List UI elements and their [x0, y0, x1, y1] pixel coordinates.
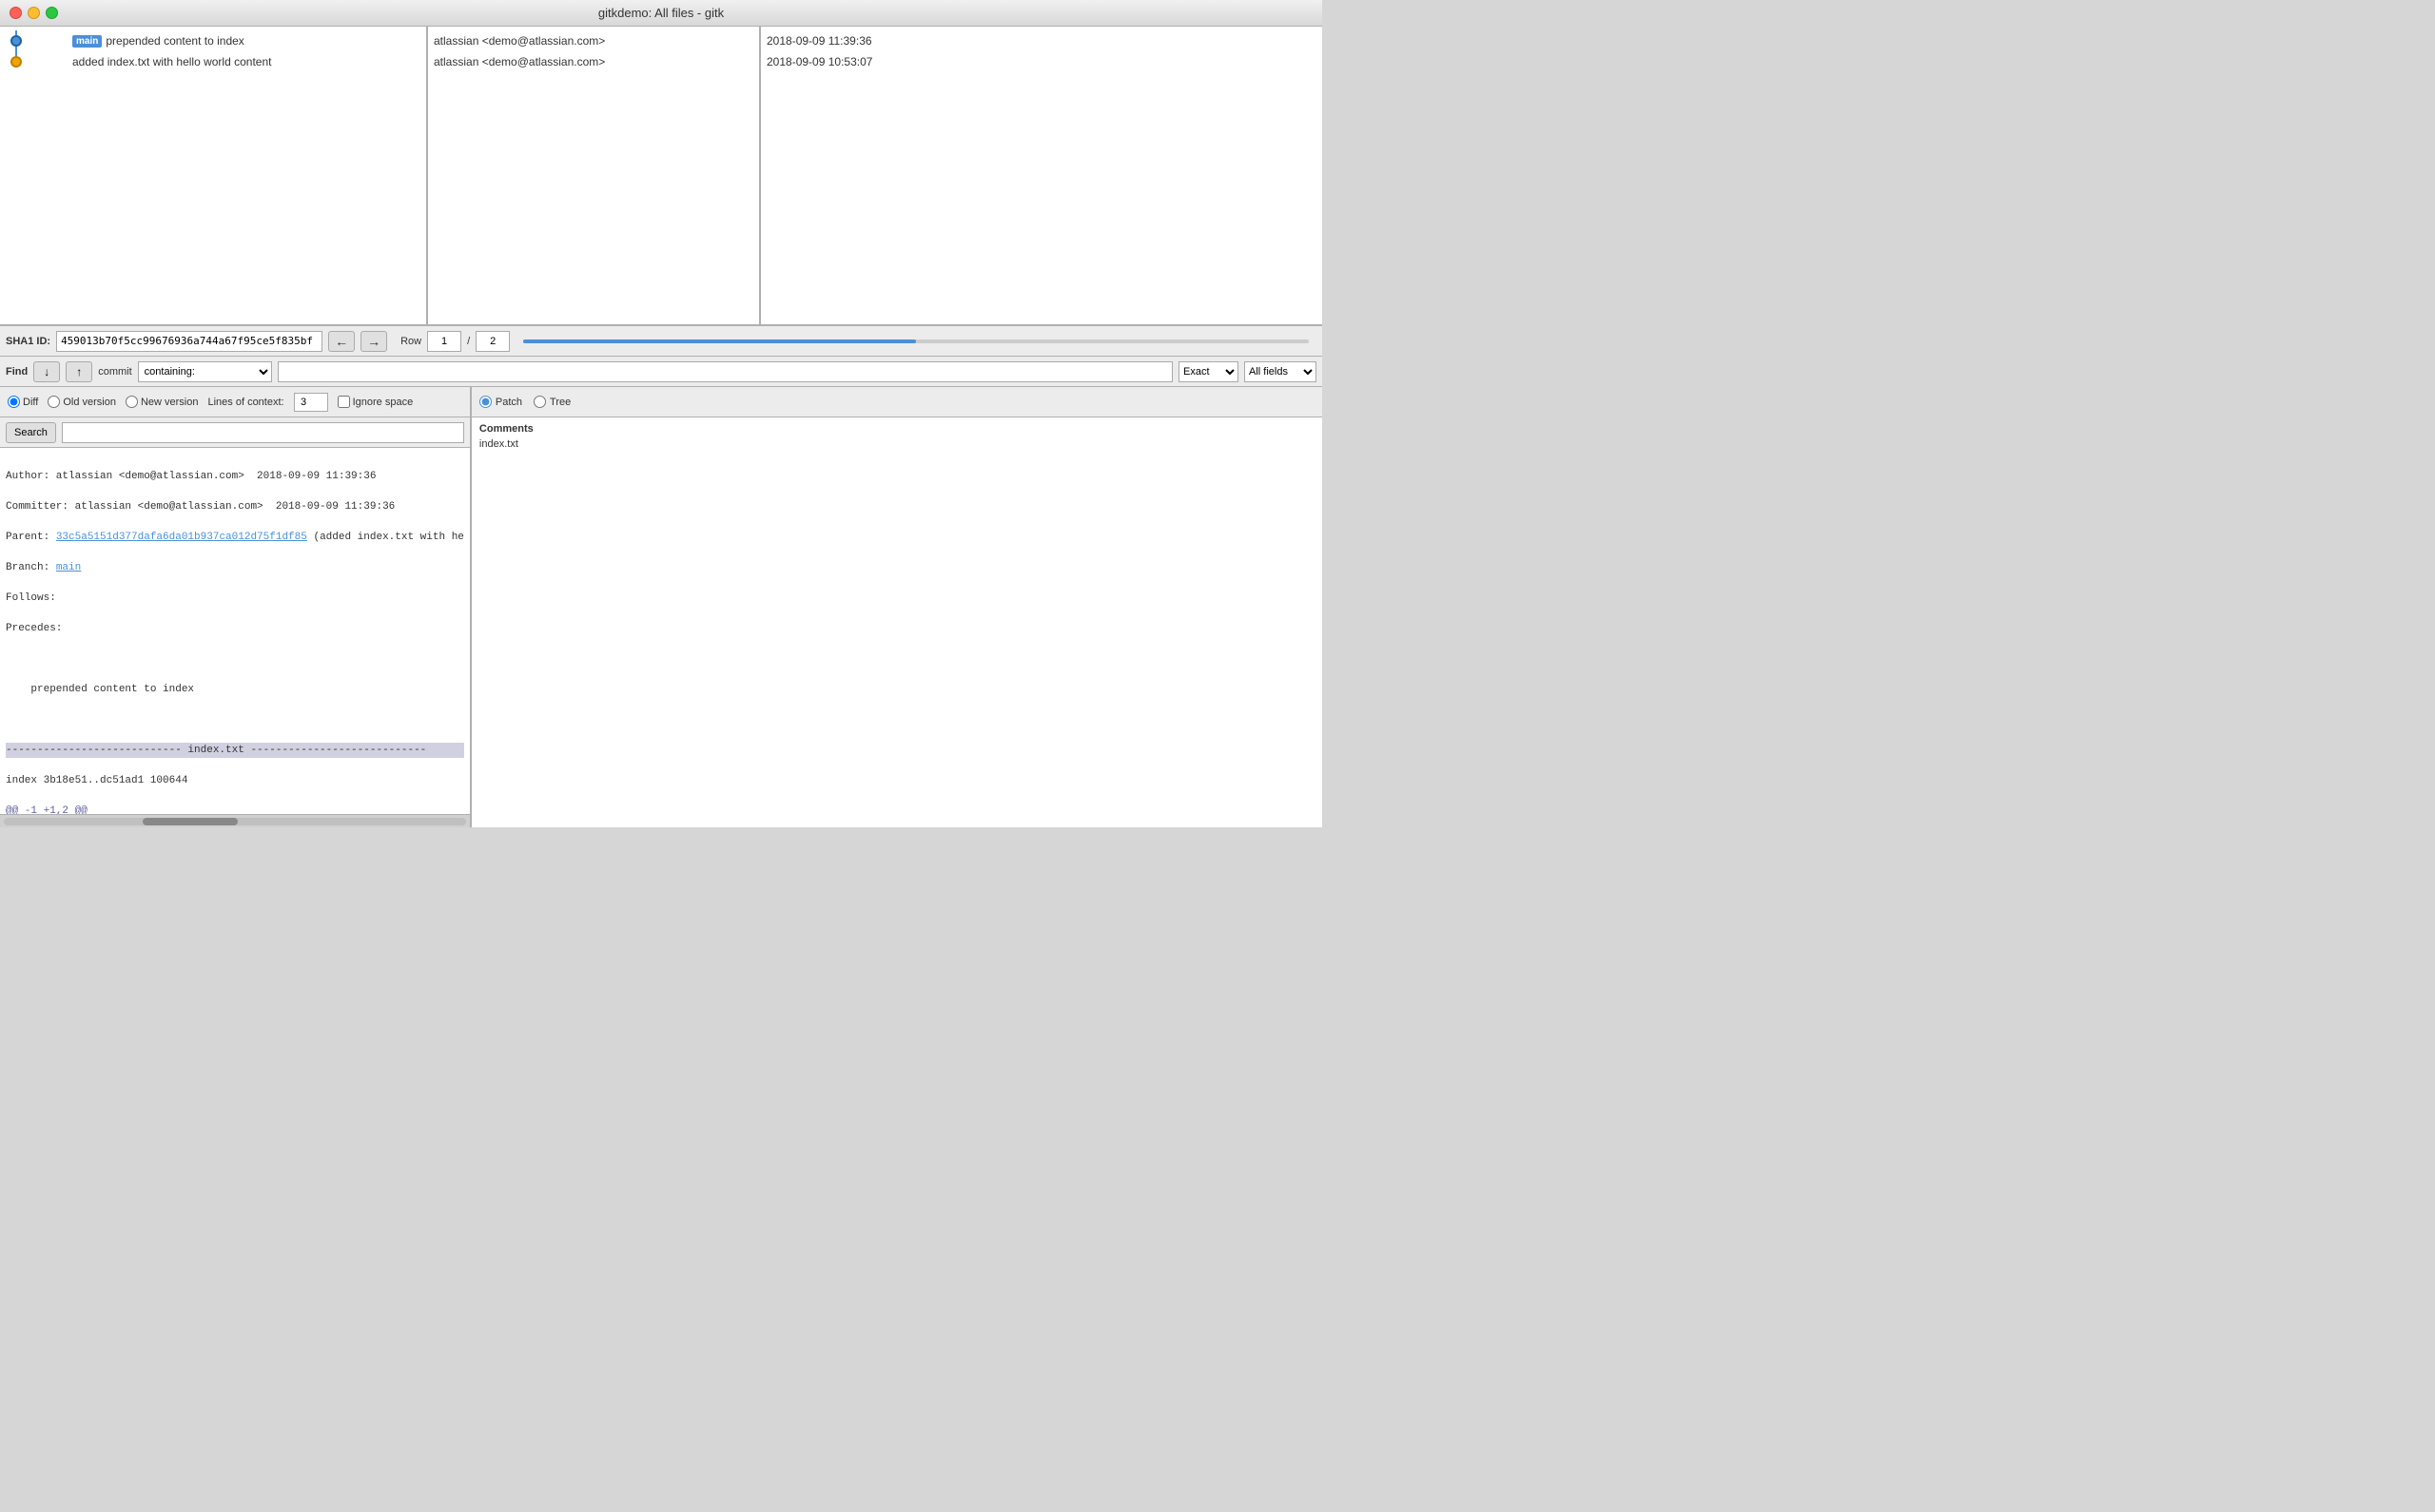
bottom-section: Diff Old version New version Lines of co… [0, 387, 1322, 827]
parent-sha-link[interactable]: 33c5a5151d377dafa6da01b937ca012d75f1df85 [56, 532, 307, 543]
close-button[interactable] [10, 7, 22, 19]
graph-col [6, 51, 72, 72]
search-button[interactable]: Search [6, 422, 56, 443]
find-row: Find ↓ ↑ commit containing: touching pat… [0, 357, 1322, 387]
forward-button[interactable]: → [360, 331, 387, 352]
right-pane: Patch Tree Comments index.txt [472, 387, 1322, 827]
diff-index: index 3b18e51..dc51ad1 100644 [6, 773, 464, 788]
row-total: 2 [476, 331, 510, 352]
row-slash: / [467, 336, 470, 347]
fields-select[interactable]: All fields Headline Comments Author Comm… [1244, 361, 1316, 382]
find-down-button[interactable]: ↓ [33, 361, 60, 382]
table-row[interactable]: main prepended content to index [0, 30, 426, 51]
date-pane: 2018-09-09 11:39:36 2018-09-09 10:53:07 [761, 27, 1322, 324]
main-container: main prepended content to index added in… [0, 27, 1322, 827]
diff-branch-line: Branch: main [6, 560, 464, 575]
old-version-label: Old version [63, 397, 116, 408]
old-version-radio-label[interactable]: Old version [48, 396, 116, 408]
window-title: gitkdemo: All files - gitk [598, 6, 724, 20]
diff-radio-label[interactable]: Diff [8, 396, 38, 408]
branch-tag: main [72, 35, 102, 48]
commit-list-pane: main prepended content to index added in… [0, 27, 428, 324]
maximize-button[interactable] [46, 7, 58, 19]
patch-tab-label[interactable]: Patch [479, 396, 522, 408]
containing-select[interactable]: containing: touching paths: adding/remov… [138, 361, 272, 382]
find-label: Find [6, 366, 28, 378]
search-input[interactable] [62, 422, 464, 443]
old-version-radio[interactable] [48, 396, 60, 408]
scrollbar-thumb[interactable] [143, 818, 238, 825]
new-version-radio[interactable] [126, 396, 138, 408]
diff-hunk: @@ -1 +1,2 @@ [6, 804, 464, 814]
author-pane: atlassian <demo@atlassian.com> atlassian… [428, 27, 761, 324]
row-slider[interactable] [523, 339, 1309, 343]
tree-radio[interactable] [534, 396, 546, 408]
ignore-space-label[interactable]: Ignore space [338, 396, 414, 408]
patch-radio[interactable] [479, 396, 492, 408]
new-version-radio-label[interactable]: New version [126, 396, 199, 408]
diff-separator: ---------------------------- index.txt -… [6, 743, 464, 758]
tree-tab-label[interactable]: Tree [534, 396, 571, 408]
branch-link[interactable]: main [56, 562, 81, 573]
diff-author-line: Author: atlassian <demo@atlassian.com> 2… [6, 469, 464, 484]
commit-type-label: commit [98, 366, 131, 378]
lines-label: Lines of context: [207, 397, 283, 408]
date-entry: 2018-09-09 11:39:36 [767, 30, 1316, 51]
diff-parent-line: Parent: 33c5a5151d377dafa6da01b937ca012d… [6, 530, 464, 545]
patch-tree-tabs: Patch Tree [472, 387, 1322, 417]
sha-label: SHA1 ID: [6, 336, 50, 347]
table-row[interactable]: added index.txt with hello world content [0, 51, 426, 72]
window-controls[interactable] [10, 7, 58, 19]
bottom-scrollbar[interactable] [0, 814, 470, 827]
diff-pane: Diff Old version New version Lines of co… [0, 387, 472, 827]
author-entry: atlassian <demo@atlassian.com> [434, 30, 753, 51]
lines-input[interactable] [294, 393, 328, 412]
date-entry: 2018-09-09 10:53:07 [767, 51, 1316, 72]
diff-precedes-line: Precedes: [6, 621, 464, 636]
commit-message: added index.txt with hello world content [72, 55, 271, 68]
exact-select[interactable]: Exact IgnCase Regexp [1179, 361, 1238, 382]
comments-file: index.txt [479, 438, 1315, 450]
diff-radio[interactable] [8, 396, 20, 408]
scrollbar-track[interactable] [4, 818, 466, 825]
titlebar: gitkdemo: All files - gitk [0, 0, 1322, 27]
search-row: Search [0, 417, 470, 448]
diff-label: Diff [23, 397, 38, 408]
back-button[interactable]: ← [328, 331, 355, 352]
new-version-label: New version [141, 397, 199, 408]
tree-tab-text: Tree [550, 397, 571, 408]
diff-commit-msg: prepended content to index [6, 682, 464, 697]
diff-blank2 [6, 712, 464, 727]
ignore-space-checkbox[interactable] [338, 396, 350, 408]
sha-row: SHA1 ID: ← → Row / 2 [0, 326, 1322, 357]
diff-content: Author: atlassian <demo@atlassian.com> 2… [0, 448, 470, 814]
diff-blank [6, 651, 464, 667]
diff-committer-line: Committer: atlassian <demo@atlassian.com… [6, 499, 464, 514]
diff-controls: Diff Old version New version Lines of co… [0, 387, 470, 417]
diff-follows-line: Follows: [6, 591, 464, 606]
row-label: Row [400, 336, 421, 347]
ignore-space-text: Ignore space [353, 397, 414, 408]
row-current-input[interactable] [427, 331, 461, 352]
find-text-input[interactable] [278, 361, 1173, 382]
top-panel: main prepended content to index added in… [0, 27, 1322, 326]
minimize-button[interactable] [28, 7, 40, 19]
comments-area: Comments index.txt [472, 417, 1322, 827]
sha-input[interactable] [56, 331, 322, 352]
commit-message: prepended content to index [106, 34, 244, 48]
find-up-button[interactable]: ↑ [66, 361, 92, 382]
comments-header: Comments [479, 423, 1315, 435]
author-entry: atlassian <demo@atlassian.com> [434, 51, 753, 72]
patch-tab-text: Patch [496, 397, 522, 408]
